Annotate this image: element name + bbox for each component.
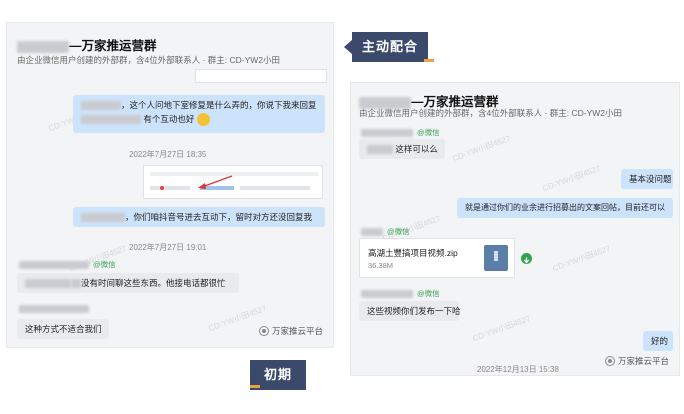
blurred-mention (367, 145, 393, 155)
zip-file-icon (484, 245, 508, 271)
message-bubble-outgoing[interactable]: ，这个人问地下室修复是什么弄的，你说下我来回复 有个互动也好 (73, 95, 325, 133)
message-bubble-incoming[interactable]: 这些视频你们发布一下哈 (359, 301, 461, 321)
group-subtitle: 由企业微信用户创建的外部群，含4位外部联系人 · 群主: CD-YW2小田 (17, 55, 281, 65)
image-content-row (240, 186, 310, 190)
image-content-row (150, 186, 190, 190)
message-bubble-incoming[interactable]: 没有时间聊这些东西。他接电话都很忙 (17, 273, 239, 293)
message-bubble-incoming[interactable]: 这种方式不适合我们 (17, 319, 109, 339)
watermark: CD-YW小田4527 (551, 243, 612, 274)
timestamp: 2022年7月27日 18:35 (129, 150, 207, 159)
label-initial-stage: 初期 (250, 360, 307, 390)
brand-logo-icon (605, 356, 615, 366)
blurred-mention (71, 279, 81, 289)
file-name: 高湖土豐搞项目视频.zip (368, 248, 458, 258)
blurred-name (17, 40, 69, 53)
message-bubble-outgoing[interactable]: 基本没问题 (621, 169, 673, 189)
group-subtitle: 由企业微信用户创建的外部群，含4位外部联系人 · 群主: CD-YW2小田 (359, 108, 623, 118)
watermark: CD-YW小田4527 (451, 133, 512, 164)
chat-panel-right: —万家推运营群 由企业微信用户创建的外部群，含4位外部联系人 · 群主: CD-… (350, 82, 680, 376)
blurred-sender (361, 228, 383, 237)
blurred-sender (19, 261, 89, 270)
zip-file-icon-zipper (494, 251, 498, 261)
brand-logo-icon (259, 326, 269, 336)
download-arrow-icon (523, 257, 530, 264)
sender-line (19, 304, 93, 314)
image-message[interactable] (143, 165, 323, 199)
brand-mark: 万家推云平台 (259, 325, 323, 337)
group-title: —万家推运营群 (17, 35, 157, 54)
flag-arrow-icon (344, 40, 352, 54)
brand-mark: 万家推云平台 (605, 355, 669, 367)
arrow-annotation (198, 175, 233, 189)
image-message[interactable] (195, 69, 327, 83)
download-icon[interactable] (521, 253, 532, 264)
blurred-mention (81, 115, 141, 125)
watermark: CD-YW小田4527 (541, 163, 602, 194)
file-attachment[interactable]: 高湖土豐搞项目视频.zip 36.38M (359, 238, 515, 278)
image-content-dot (160, 186, 164, 190)
message-bubble-outgoing[interactable]: 好的 (643, 331, 673, 351)
watermark: CD-YW小田4527 (471, 313, 532, 344)
message-bubble-outgoing[interactable]: ，你们咱抖音号进去互动下，留时对方还没回复我 (73, 207, 325, 227)
blurred-mention (25, 279, 71, 289)
blurred-sender (19, 305, 89, 314)
blurred-mention (81, 213, 125, 223)
sender-line: @微信 (19, 259, 116, 270)
chat-panel-left: —万家推运营群 由企业微信用户创建的外部群，含4位外部联系人 · 群主: CD-… (6, 22, 334, 348)
sender-line: @微信 (361, 288, 440, 299)
blurred-sender (361, 129, 413, 138)
message-bubble-incoming[interactable]: 这样可以么 (359, 139, 445, 159)
emoji-icon (196, 113, 210, 127)
timestamp: 2022年12月13日 15:38 (477, 365, 559, 374)
message-bubble-outgoing[interactable]: 就是通过你们的业余进行招募出的文案回帖，目前还可以 (457, 198, 673, 218)
label-active-cooperation: 主动配合 (344, 32, 435, 62)
blurred-sender (361, 290, 413, 299)
sender-line: @微信 (361, 127, 440, 138)
flag-accent (250, 385, 260, 388)
sender-line: @微信 (361, 226, 410, 237)
file-size: 36.38M (368, 261, 394, 270)
timestamp: 2022年7月27日 19:01 (129, 243, 207, 252)
blurred-mention (81, 101, 121, 111)
flag-accent (424, 59, 435, 62)
